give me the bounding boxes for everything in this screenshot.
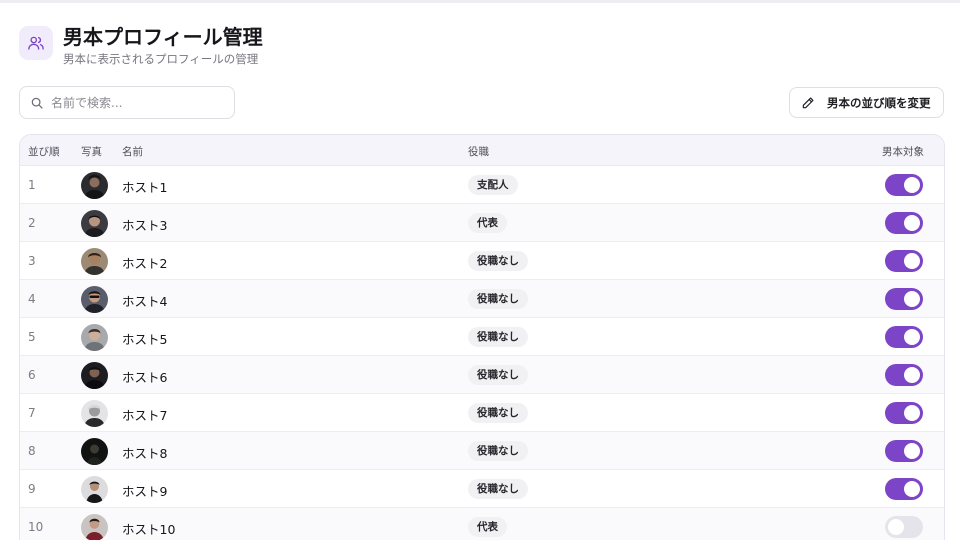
column-header-photo: 写真 <box>81 146 102 158</box>
table-row[interactable]: 3 ホスト2 役職なし <box>20 242 944 280</box>
row-order: 8 <box>28 444 36 458</box>
reorder-button-label: 男本の並び順を変更 <box>827 95 931 110</box>
table-row[interactable]: 1 ホスト1 支配人 <box>20 166 944 204</box>
table-row[interactable]: 8 ホスト8 役職なし <box>20 432 944 470</box>
row-order: 10 <box>28 520 44 534</box>
featured-toggle[interactable] <box>885 364 923 386</box>
host-name: ホスト4 <box>122 294 168 309</box>
column-header-featured: 男本対象 <box>882 146 924 158</box>
featured-toggle[interactable] <box>885 402 923 424</box>
table-row[interactable]: 4 ホスト4 役職なし <box>20 280 944 318</box>
search-box[interactable] <box>19 86 235 119</box>
host-name: ホスト9 <box>122 484 168 499</box>
pencil-icon <box>802 96 814 108</box>
role-badge: 役職なし <box>468 289 528 309</box>
featured-toggle[interactable] <box>885 326 923 348</box>
featured-toggle[interactable] <box>885 288 923 310</box>
host-profile-table: 並び順 写真 名前 役職 男本対象 1 ホスト1 支配人 2 ホスト3 代表 3… <box>19 134 945 540</box>
featured-toggle[interactable] <box>885 212 923 234</box>
host-name: ホスト5 <box>122 332 168 347</box>
avatar <box>81 324 108 351</box>
role-badge: 役職なし <box>468 251 528 271</box>
role-badge: 役職なし <box>468 441 528 461</box>
avatar <box>81 286 108 313</box>
host-name: ホスト2 <box>122 256 168 271</box>
table-row[interactable]: 5 ホスト5 役職なし <box>20 318 944 356</box>
avatar <box>81 248 108 275</box>
table-row[interactable]: 2 ホスト3 代表 <box>20 204 944 242</box>
avatar <box>81 362 108 389</box>
avatar <box>81 476 108 503</box>
avatar <box>81 514 108 540</box>
avatar <box>81 210 108 237</box>
featured-toggle[interactable] <box>885 174 923 196</box>
table-row[interactable]: 10 ホスト10 代表 <box>20 508 944 540</box>
column-header-role: 役職 <box>468 146 489 158</box>
avatar <box>81 438 108 465</box>
host-name: ホスト8 <box>122 446 168 461</box>
avatar <box>81 172 108 199</box>
users-icon <box>19 26 53 60</box>
row-order: 7 <box>28 406 36 420</box>
reorder-button[interactable]: 男本の並び順を変更 <box>789 87 944 118</box>
search-icon <box>31 97 43 109</box>
table-row[interactable]: 7 ホスト7 役職なし <box>20 394 944 432</box>
row-order: 2 <box>28 216 36 230</box>
host-name: ホスト6 <box>122 370 168 385</box>
page-subtitle: 男本に表示されるプロフィールの管理 <box>63 52 259 66</box>
avatar <box>81 400 108 427</box>
host-name: ホスト10 <box>122 522 176 537</box>
row-order: 6 <box>28 368 36 382</box>
row-order: 4 <box>28 292 36 306</box>
role-badge: 役職なし <box>468 479 528 499</box>
table-header: 並び順 写真 名前 役職 男本対象 <box>20 135 944 166</box>
role-badge: 代表 <box>468 517 507 537</box>
top-border <box>0 0 960 3</box>
host-name: ホスト7 <box>122 408 168 423</box>
host-name: ホスト3 <box>122 218 168 233</box>
host-name: ホスト1 <box>122 180 168 195</box>
featured-toggle[interactable] <box>885 440 923 462</box>
role-badge: 役職なし <box>468 403 528 423</box>
role-badge: 役職なし <box>468 365 528 385</box>
role-badge: 役職なし <box>468 327 528 347</box>
featured-toggle[interactable] <box>885 478 923 500</box>
row-order: 1 <box>28 178 36 192</box>
page-title: 男本プロフィール管理 <box>63 25 263 49</box>
role-badge: 代表 <box>468 213 507 233</box>
featured-toggle[interactable] <box>885 516 923 538</box>
page-header: 男本プロフィール管理 男本に表示されるプロフィールの管理 <box>19 25 263 66</box>
row-order: 9 <box>28 482 36 496</box>
table-row[interactable]: 9 ホスト9 役職なし <box>20 470 944 508</box>
table-row[interactable]: 6 ホスト6 役職なし <box>20 356 944 394</box>
featured-toggle[interactable] <box>885 250 923 272</box>
column-header-name: 名前 <box>122 146 143 158</box>
row-order: 5 <box>28 330 36 344</box>
search-input[interactable] <box>51 95 221 110</box>
role-badge: 支配人 <box>468 175 518 195</box>
column-header-order: 並び順 <box>28 146 60 158</box>
row-order: 3 <box>28 254 36 268</box>
